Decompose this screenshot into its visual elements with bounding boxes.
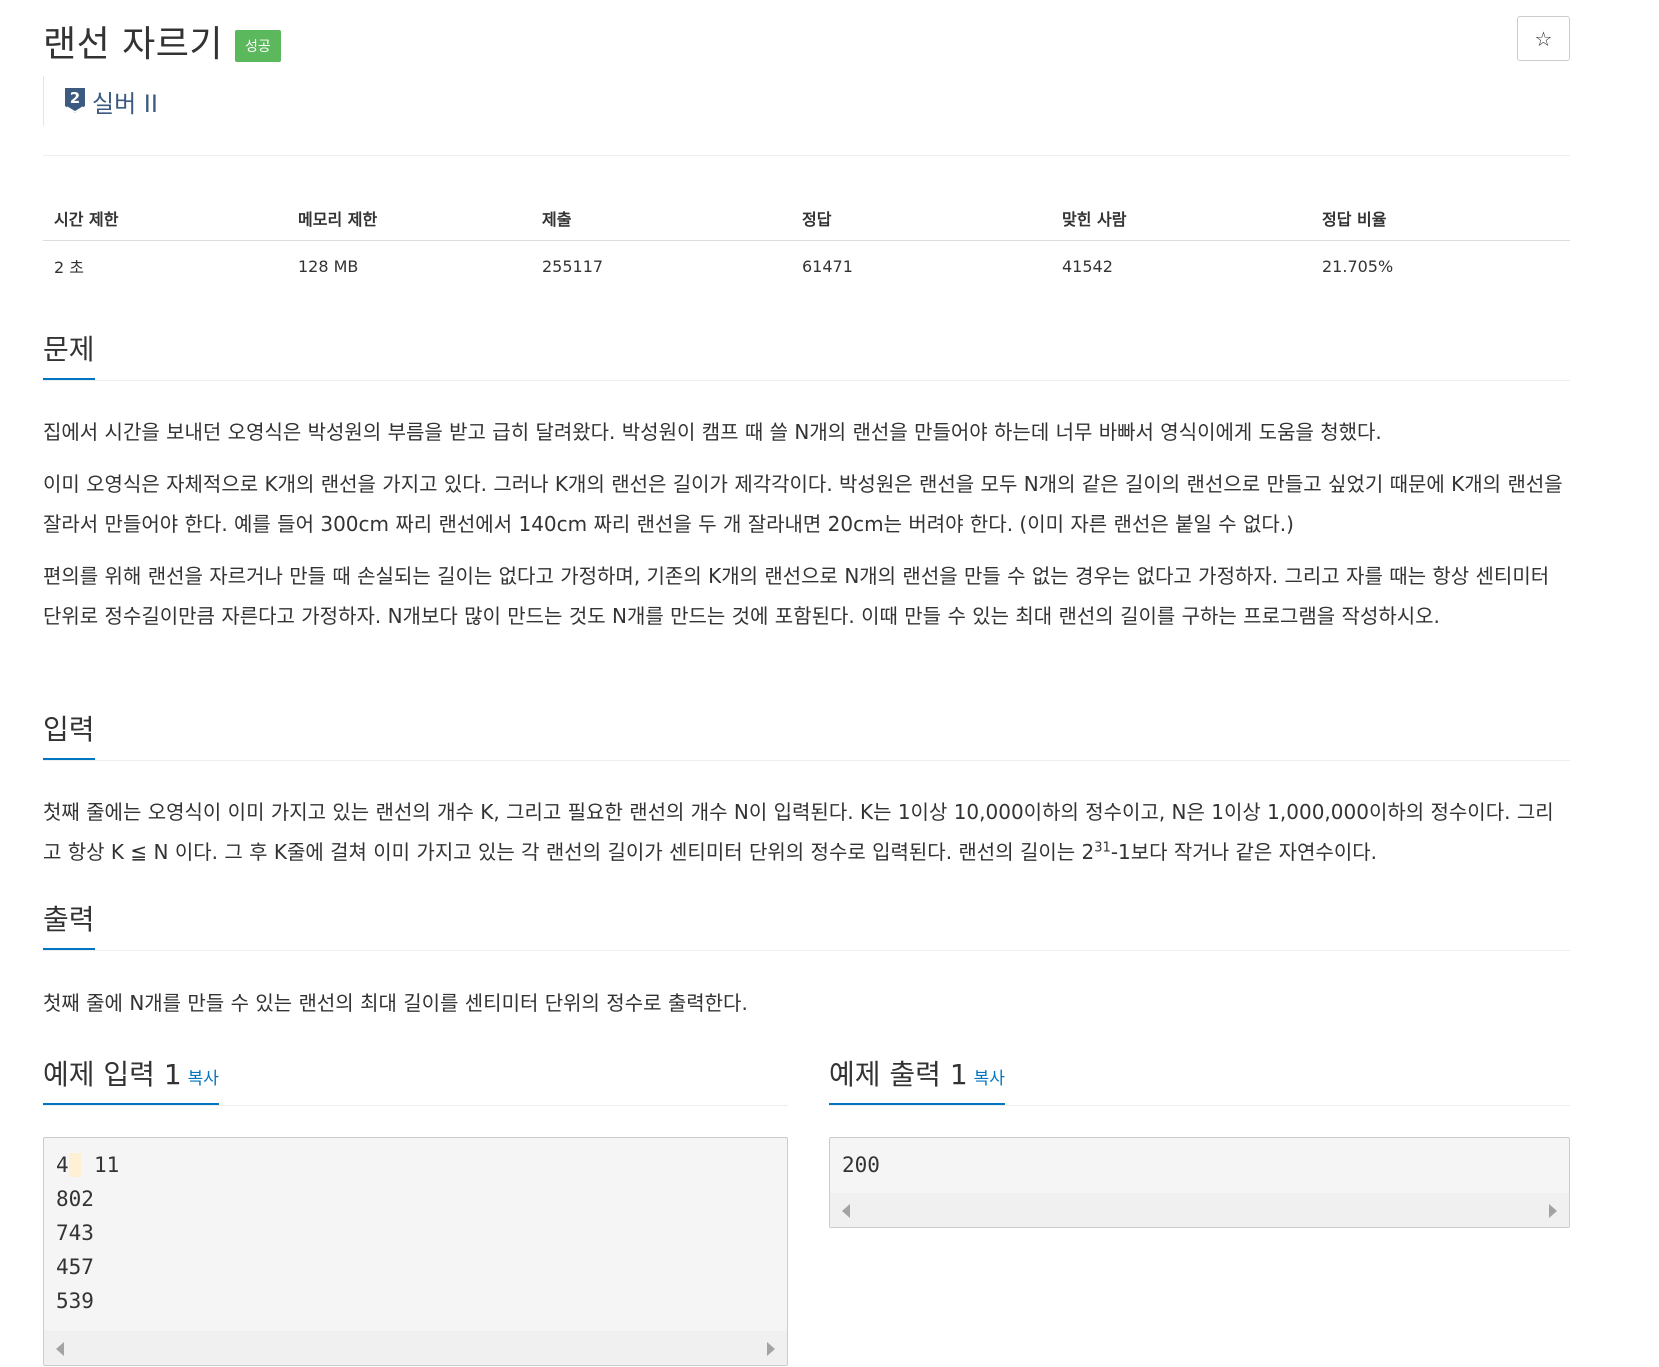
tier-label: 실버 II — [92, 89, 158, 118]
header-accepted: 정답 — [802, 209, 832, 229]
input-section-header: 입력 — [43, 708, 1570, 761]
problem-title: 랜선 자르기 — [43, 24, 224, 65]
input-paragraph: 첫째 줄에는 오영식이 이미 가지고 있는 랜선의 개수 K, 그리고 필요한 … — [43, 800, 1554, 864]
output-section-header: 출력 — [43, 898, 1570, 951]
problem-paragraph-1: 집에서 시간을 보내던 오영식은 박성원의 부름을 받고 급히 달려왔다. 박성… — [43, 420, 1382, 444]
value-submissions: 255117 — [542, 256, 604, 276]
horizontal-scrollbar[interactable] — [830, 1193, 1569, 1227]
problem-section-title: 문제 — [43, 328, 95, 381]
scroll-left-icon[interactable] — [56, 1342, 64, 1356]
sample-output-box[interactable]: 200 — [829, 1137, 1570, 1228]
input-section-title: 입력 — [43, 708, 95, 761]
text-selection-highlight — [68, 1153, 82, 1177]
sample-input-title: 예제 입력 1 — [43, 1058, 182, 1091]
scroll-left-icon[interactable] — [842, 1204, 850, 1218]
info-table: 시간 제한 메모리 제한 제출 정답 맞힌 사람 정답 비율 2 초 128 M… — [43, 195, 1570, 291]
problem-paragraph-2: 이미 오영식은 자체적으로 K개의 랜선을 가지고 있다. 그러나 K개의 랜선… — [43, 472, 1563, 536]
sample-output-header: 예제 출력 1 복사 — [829, 1053, 1570, 1106]
header-solved-users: 맞힌 사람 — [1062, 209, 1127, 229]
result-badge: 성공 — [235, 30, 281, 62]
value-accept-ratio: 21.705% — [1322, 256, 1394, 276]
value-time-limit: 2 초 — [54, 258, 84, 277]
star-icon: ☆ — [1534, 26, 1553, 51]
info-table-header: 시간 제한 메모리 제한 제출 정답 맞힌 사람 정답 비율 — [43, 195, 1570, 241]
sample-output-text: 200 — [842, 1153, 880, 1177]
copy-input-button[interactable]: 복사 — [188, 1069, 219, 1089]
divider — [43, 155, 1570, 156]
title-row: 랜선 자르기 성공 — [43, 16, 281, 66]
problem-section-header: 문제 — [43, 328, 1570, 381]
output-section-title: 출력 — [43, 898, 95, 951]
value-memory-limit: 128 MB — [298, 256, 359, 276]
info-table-row: 2 초 128 MB 255117 61471 41542 21.705% — [43, 241, 1570, 291]
tier-number: 2 — [70, 89, 80, 107]
copy-output-button[interactable]: 복사 — [974, 1069, 1005, 1089]
sample-output-title: 예제 출력 1 — [829, 1058, 968, 1091]
value-accepted: 61471 — [802, 256, 853, 276]
problem-paragraph-3: 편의를 위해 랜선을 자르거나 만들 때 손실되는 길이는 없다고 가정하며, … — [43, 564, 1550, 628]
sample-input-box[interactable]: 4 11 802 743 457 539 — [43, 1137, 788, 1366]
sample-input-text: 4 11 802 743 457 539 — [56, 1153, 120, 1313]
header-memory-limit: 메모리 제한 — [298, 209, 378, 229]
scroll-right-icon[interactable] — [1549, 1204, 1557, 1218]
header-accept-ratio: 정답 비율 — [1322, 209, 1387, 229]
star-button[interactable]: ☆ — [1517, 16, 1570, 61]
tier-row: 2 실버 II — [43, 76, 158, 126]
exponent: 31 — [1094, 840, 1111, 856]
horizontal-scrollbar[interactable] — [44, 1331, 787, 1365]
output-paragraph: 첫째 줄에 N개를 만들 수 있는 랜선의 최대 길이를 센티미터 단위의 정수… — [43, 991, 748, 1015]
header-submissions: 제출 — [542, 209, 572, 229]
value-solved-users: 41542 — [1062, 256, 1113, 276]
sample-input-header: 예제 입력 1 복사 — [43, 1053, 788, 1106]
scroll-right-icon[interactable] — [767, 1342, 775, 1356]
header-time-limit: 시간 제한 — [54, 209, 119, 229]
tier-shield-icon: 2 — [65, 88, 85, 113]
